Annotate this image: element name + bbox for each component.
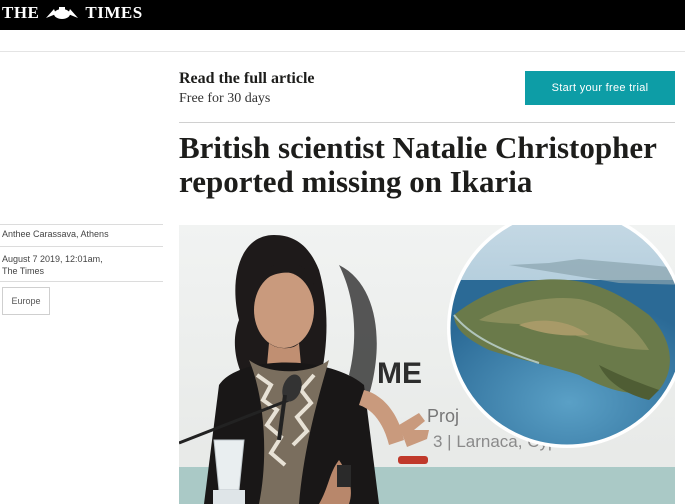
article-photo-illustration: ME Proj 3 | Larnaca, Cyprus [179,225,675,504]
the-times-logo[interactable]: THE TIMES [2,3,143,23]
start-free-trial-button[interactable]: Start your free trial [525,71,675,105]
top-navigation-bar: THE TIMES [0,0,685,30]
article-photo[interactable]: ME Proj 3 | Larnaca, Cyprus [179,225,675,504]
promo-subtitle: Free for 30 days [179,91,271,106]
banner-text-proj: Proj [427,406,459,426]
article-headline: British scientist Natalie Christopher re… [179,130,657,199]
promo-divider [179,122,675,123]
meta-divider-top [0,224,163,225]
meta-divider-middle [0,246,163,247]
header-divider [0,51,685,52]
meta-divider-bottom [0,281,163,282]
crest-icon [46,7,79,19]
section-tag-europe[interactable]: Europe [2,287,50,315]
article-dateline: August 7 2019, 12:01am, The Times [2,253,152,277]
banner-text-me: ME [377,357,422,390]
article-byline: Anthee Carassava, Athens [2,229,109,239]
logo-word-the: THE [2,3,40,22]
article-publication: The Times [2,266,45,276]
promo-title: Read the full article [179,70,315,87]
article-date: August 7 2019, 12:01am, [2,254,103,264]
logo-word-times: TIMES [85,3,143,22]
